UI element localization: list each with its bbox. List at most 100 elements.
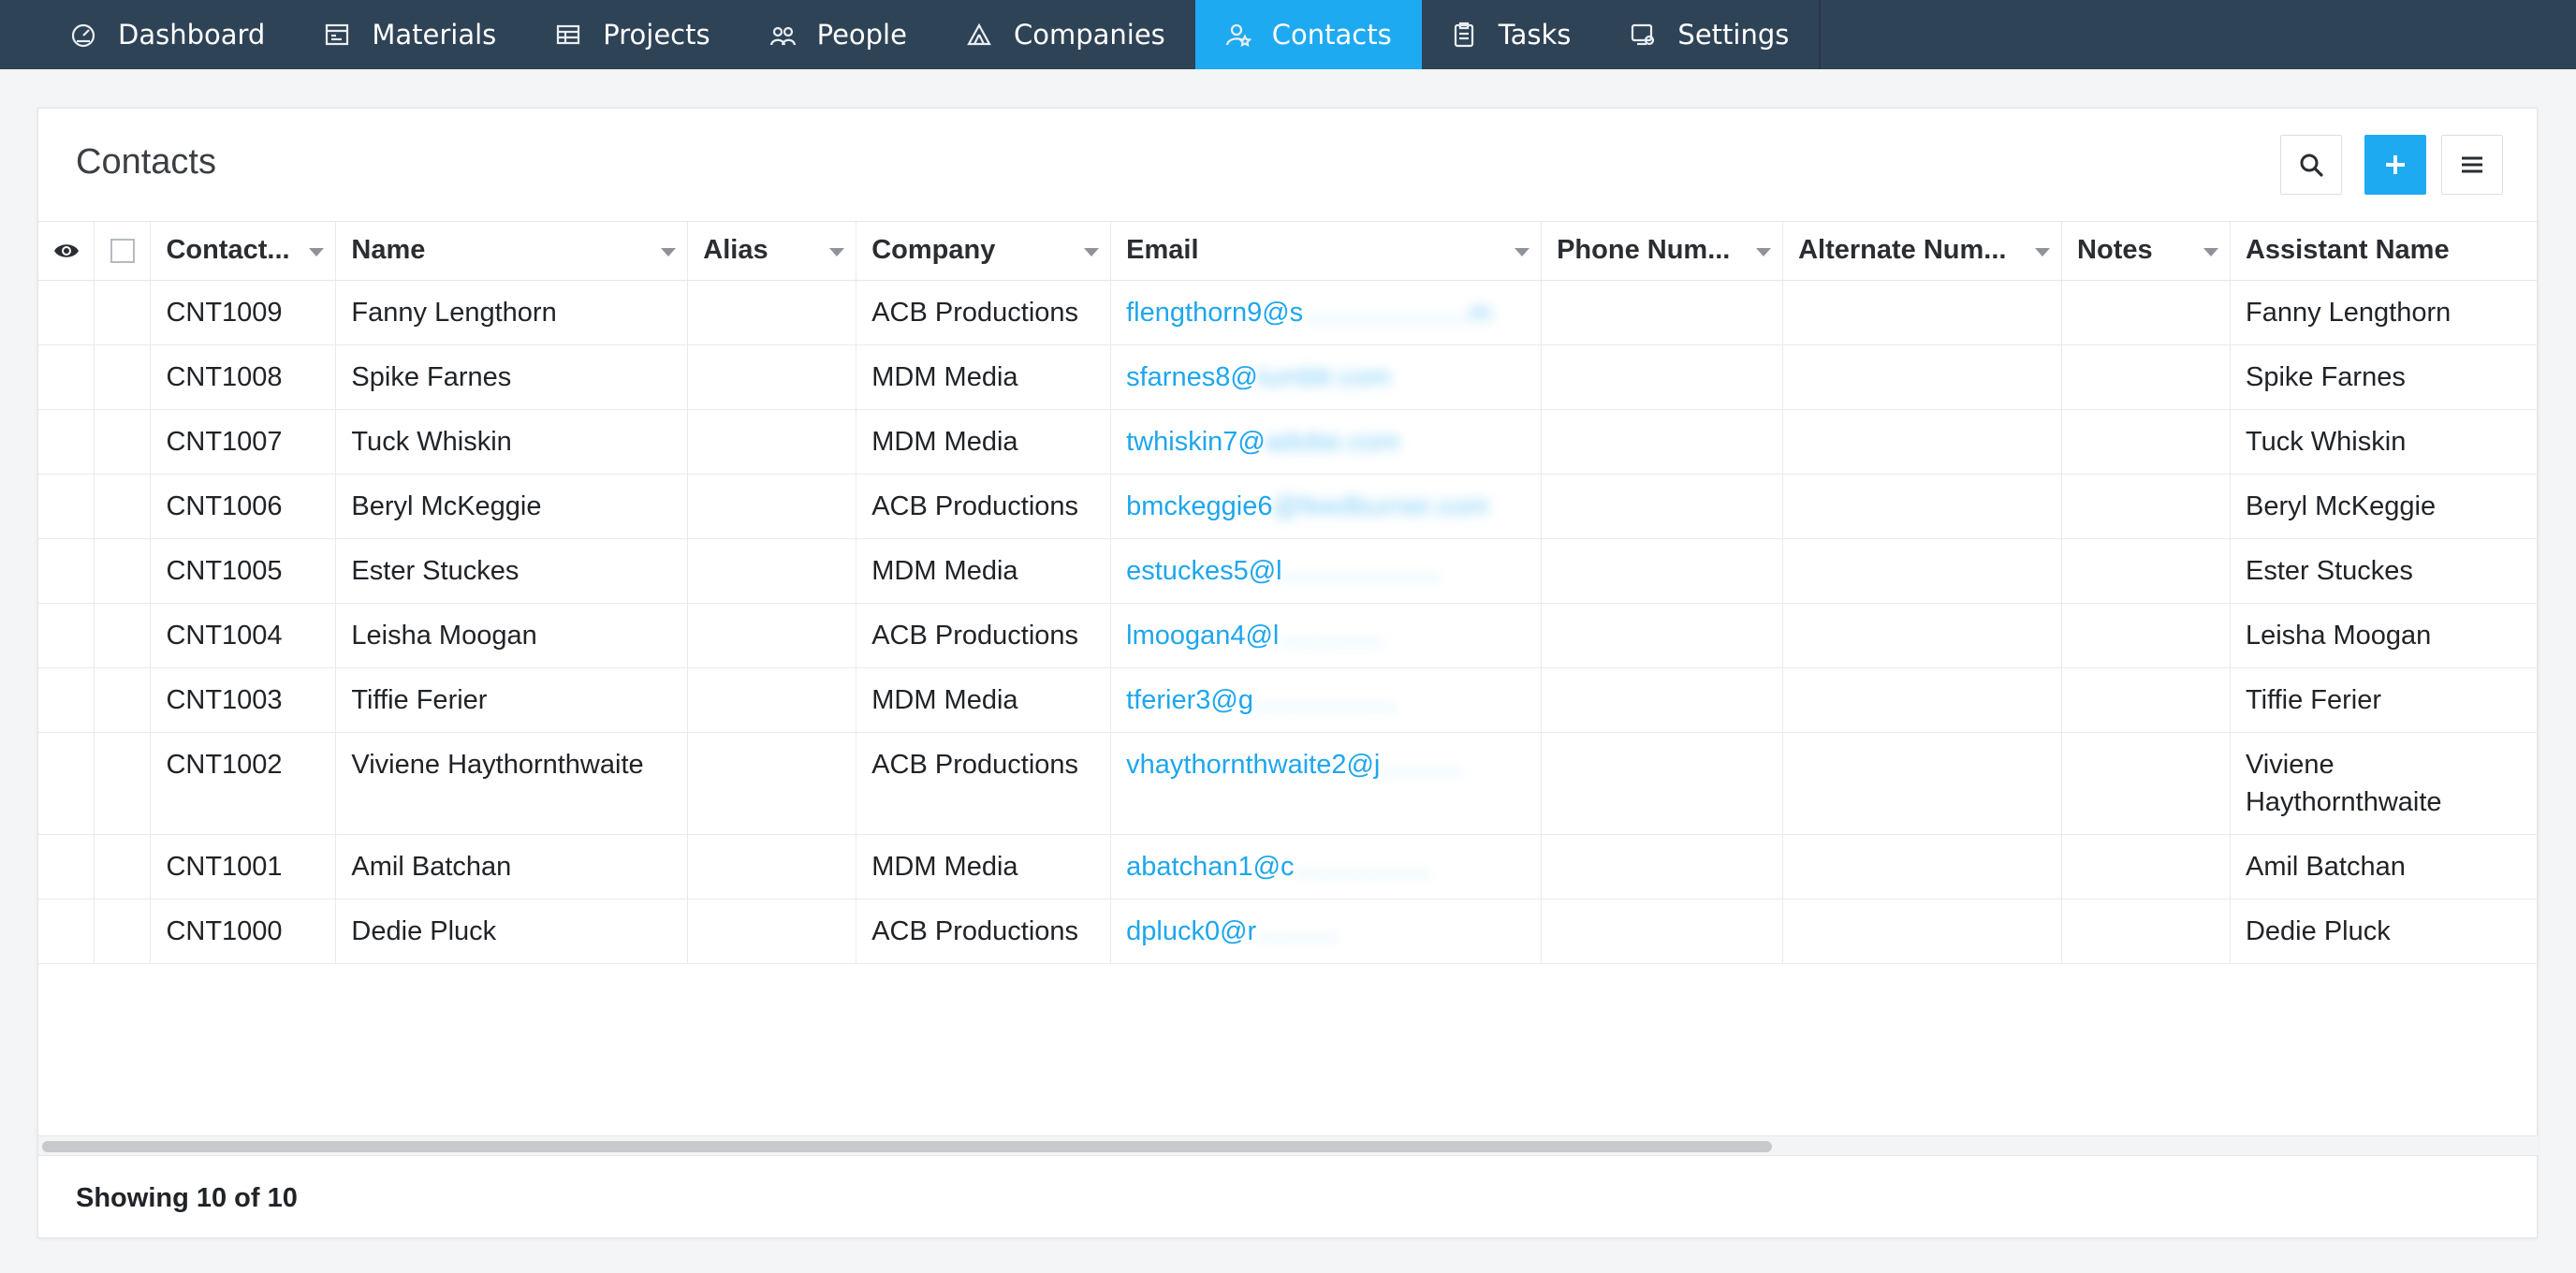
nav-item-label: Settings — [1677, 19, 1790, 51]
cell-assistant-name: Amil Batchan — [2230, 834, 2539, 900]
email-link-text[interactable]: flengthorn9@s — [1126, 298, 1303, 328]
table-row[interactable]: CNT1000 Dedie Pluck ACB Productions dpluck0… — [38, 899, 2539, 964]
email-link-text[interactable]: tferier3@g — [1126, 685, 1253, 715]
column-menu-caret-icon[interactable] — [829, 248, 845, 256]
email-link-text[interactable]: vhaythornthwaite2@j — [1126, 750, 1380, 780]
nav-item-people[interactable]: People — [740, 0, 937, 69]
nav-divider — [1819, 0, 1822, 69]
cell-email[interactable]: dpluck0@r........... — [1110, 899, 1543, 964]
table-row[interactable]: CNT1008 Spike Farnes MDM Media sfarnes8@tum… — [38, 344, 2539, 410]
select-all-checkbox[interactable] — [110, 239, 135, 263]
email-link-text[interactable]: dpluck0@r — [1126, 916, 1254, 946]
table-row[interactable]: CNT1007 Tuck Whiskin MDM Media twhiskin7@ad… — [38, 409, 2539, 475]
cell-email[interactable]: abatchan1@c.................. — [1110, 834, 1543, 900]
cell-email[interactable]: estuckes5@l..................... — [1110, 538, 1543, 604]
email-link-text[interactable]: estuckes5@l — [1126, 556, 1281, 586]
row-select-cell[interactable] — [94, 474, 152, 539]
cell-name: Fanny Lengthorn — [335, 280, 689, 345]
column-header-phone-number[interactable]: Phone Num... — [1541, 222, 1784, 281]
cell-alias — [687, 732, 857, 835]
cell-alternate-number — [1782, 280, 2063, 345]
column-menu-caret-icon[interactable] — [309, 248, 325, 256]
cell-company: ACB Productions — [856, 899, 1112, 964]
nav-item-contacts[interactable]: Contacts — [1194, 0, 1422, 69]
search-icon — [2300, 154, 2323, 177]
cell-notes — [2061, 667, 2231, 733]
column-header-label: Phone Num... — [1557, 235, 1731, 265]
row-select-cell[interactable] — [94, 344, 152, 410]
select-all-column-header[interactable] — [94, 222, 152, 281]
column-header-alternate-number[interactable]: Alternate Num... — [1782, 222, 2063, 281]
nav-item-dashboard[interactable]: Dashboard — [41, 0, 295, 69]
cell-phone-number — [1541, 603, 1784, 668]
cell-email[interactable]: twhiskin7@adobe.com — [1110, 409, 1543, 475]
horizontal-scrollbar-thumb[interactable] — [42, 1141, 1772, 1152]
column-header-alias[interactable]: Alias — [687, 222, 857, 281]
cell-company: ACB Productions — [856, 732, 1112, 835]
column-menu-caret-icon[interactable] — [1515, 248, 1530, 256]
column-header-company[interactable]: Company — [856, 222, 1112, 281]
column-header-label: Notes — [2077, 235, 2153, 265]
column-header-label: Email — [1126, 235, 1199, 265]
email-link-text[interactable]: abatchan1@c — [1126, 852, 1294, 882]
redacted-email-domain: .............. — [1279, 620, 1385, 651]
tasks-icon — [1450, 21, 1478, 49]
column-menu-caret-icon[interactable] — [1084, 248, 1100, 256]
column-header-label: Company — [871, 235, 996, 265]
nav-item-projects[interactable]: Projects — [526, 0, 739, 69]
nav-item-companies[interactable]: Companies — [937, 0, 1195, 69]
people-icon — [768, 21, 797, 49]
column-header-notes[interactable]: Notes — [2061, 222, 2231, 281]
email-link-text[interactable]: twhiskin7@ — [1126, 427, 1266, 457]
cell-name: Tuck Whiskin — [335, 409, 689, 475]
add-contact-button[interactable] — [2364, 135, 2426, 195]
cell-email[interactable]: sfarnes8@tumblr.com — [1110, 344, 1543, 410]
row-select-cell[interactable] — [94, 667, 152, 733]
column-header-email[interactable]: Email — [1110, 222, 1543, 281]
row-select-cell[interactable] — [94, 732, 152, 835]
cell-email[interactable]: lmoogan4@l.............. — [1110, 603, 1543, 668]
column-menu-caret-icon[interactable] — [661, 248, 677, 256]
cell-phone-number — [1541, 538, 1784, 604]
email-link-text[interactable]: lmoogan4@l — [1126, 621, 1279, 651]
nav-item-settings[interactable]: Settings — [1601, 0, 1819, 69]
row-select-cell[interactable] — [94, 538, 152, 604]
row-visibility-cell — [38, 409, 95, 475]
column-header-assistant-name[interactable]: Assistant Name — [2230, 222, 2539, 281]
cell-assistant-name: Beryl McKeggie — [2230, 474, 2539, 539]
column-header-name[interactable]: Name — [335, 222, 689, 281]
visibility-column-header[interactable] — [38, 222, 95, 281]
row-select-cell[interactable] — [94, 899, 152, 964]
column-header-contact-id[interactable]: Contact... — [150, 222, 337, 281]
cell-notes — [2061, 409, 2231, 475]
row-select-cell[interactable] — [94, 603, 152, 668]
menu-button[interactable] — [2441, 135, 2503, 195]
table-row[interactable]: CNT1005 Ester Stuckes MDM Media estuckes5@l… — [38, 538, 2539, 604]
table-row[interactable]: CNT1002 Viviene Haythornthwaite ACB Produc… — [38, 732, 2539, 835]
row-select-cell[interactable] — [94, 409, 152, 475]
horizontal-scrollbar[interactable] — [38, 1135, 2539, 1156]
table-row[interactable]: CNT1001 Amil Batchan MDM Media abatchan1@c.… — [38, 834, 2539, 900]
table-row[interactable]: CNT1003 Tiffie Ferier MDM Media tferier3@g.… — [38, 667, 2539, 733]
table-row[interactable]: CNT1009 Fanny Lengthorn ACB Productions fle… — [38, 280, 2539, 345]
table-row[interactable]: CNT1006 Beryl McKeggie ACB Productions bmck… — [38, 474, 2539, 539]
nav-item-materials[interactable]: Materials — [295, 0, 526, 69]
row-visibility-cell — [38, 538, 95, 604]
row-select-cell[interactable] — [94, 834, 152, 900]
cell-email[interactable]: tferier3@g................... — [1110, 667, 1543, 733]
cell-email[interactable]: vhaythornthwaite2@j........... — [1110, 732, 1543, 835]
email-link-text[interactable]: sfarnes8@ — [1126, 362, 1258, 392]
cell-company: ACB Productions — [856, 603, 1112, 668]
column-menu-caret-icon[interactable] — [1756, 248, 1772, 256]
email-link-text[interactable]: bmckeggie6 — [1126, 491, 1272, 521]
column-menu-caret-icon[interactable] — [2203, 248, 2218, 256]
search-button[interactable] — [2280, 135, 2342, 195]
column-menu-caret-icon[interactable] — [2035, 248, 2051, 256]
cell-alternate-number — [1782, 667, 2063, 733]
cell-email[interactable]: bmckeggie6@feedburner.com — [1110, 474, 1543, 539]
table-row[interactable]: CNT1004 Leisha Moogan ACB Productions lmoog… — [38, 603, 2539, 668]
cell-email[interactable]: flengthorn9@s......................m — [1110, 280, 1543, 345]
nav-item-tasks[interactable]: Tasks — [1422, 0, 1602, 69]
row-select-cell[interactable] — [94, 280, 152, 345]
cell-assistant-name: Spike Farnes — [2230, 344, 2539, 410]
